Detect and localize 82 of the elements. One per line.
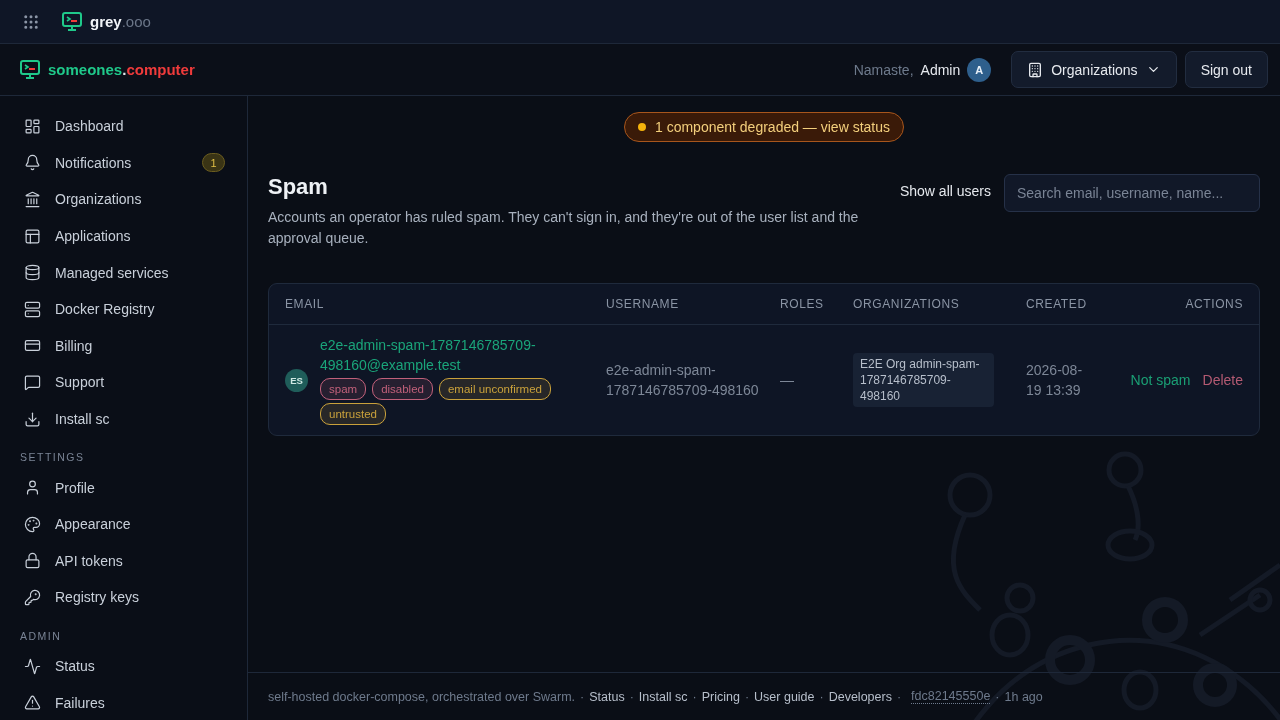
footer-link[interactable]: Pricing <box>701 689 740 704</box>
greeting: Namaste, <box>853 61 914 78</box>
user-avatar: ES <box>285 368 308 392</box>
footer-text: 1h ago <box>1004 689 1043 704</box>
page-title: Spam <box>268 174 329 200</box>
sidebar-item[interactable]: Applications <box>10 217 237 255</box>
sidebar-item[interactable]: Appearance <box>10 505 237 543</box>
pulse-icon <box>24 657 41 675</box>
building-icon <box>1027 61 1044 78</box>
sidebar-section-title: ADMIN <box>19 628 63 644</box>
sidebar-item[interactable]: Dashboard <box>10 108 237 145</box>
sidebar-item[interactable]: Status <box>10 647 237 685</box>
footer-link[interactable]: Developers <box>828 689 892 704</box>
search-field[interactable]: Search email, username, name... <box>1004 174 1260 212</box>
app-brand[interactable]: grey.ooo <box>90 13 151 30</box>
status-tag: spam <box>320 378 367 400</box>
warning-icon <box>24 694 41 712</box>
sidebar-item[interactable]: Support <box>10 364 237 401</box>
column-header: ACTIONS <box>1184 297 1243 311</box>
separator: · <box>692 689 697 704</box>
bell-icon <box>24 154 41 172</box>
download-icon <box>24 410 41 428</box>
status-tag: untrusted <box>320 403 386 425</box>
roles-cell-text: — <box>780 371 795 390</box>
status-tag: disabled <box>372 378 433 400</box>
sidebar-item[interactable]: Billing <box>10 327 237 365</box>
delete-link[interactable]: Delete <box>1202 372 1243 388</box>
status-tag: email unconfirmed <box>438 378 551 400</box>
site-brand[interactable]: someones.computer <box>48 61 195 78</box>
bank-icon <box>24 191 41 208</box>
organization-chip: E2E Org admin-spam-1787146785709-498160 <box>853 353 994 407</box>
server-icon <box>24 300 41 318</box>
terminal-logo-icon <box>62 12 82 31</box>
footer-text: self-hosted docker-compose, orchestrated over Swarm. <box>268 689 576 704</box>
footer-link[interactable]: Status <box>589 689 625 704</box>
separator: · <box>896 689 902 704</box>
status-banner[interactable]: 1 component degraded — view status <box>624 112 904 142</box>
commit-hash-link[interactable]: fdc82145550e <box>911 689 991 704</box>
user-avatar[interactable]: A <box>967 57 992 82</box>
database-icon <box>24 264 41 282</box>
key-icon <box>24 588 41 606</box>
separator: · <box>580 689 585 704</box>
footer-link[interactable]: User guide <box>754 689 815 704</box>
not-spam-link[interactable]: Not spam <box>1130 372 1191 388</box>
layout-icon <box>24 227 41 245</box>
sign-out-button[interactable]: Sign out <box>1184 51 1268 88</box>
sidebar-item[interactable]: Profile <box>10 469 237 506</box>
user-icon <box>24 479 41 497</box>
separator: · <box>995 689 1000 704</box>
sidebar-item[interactable]: Install sc <box>10 400 237 438</box>
terminal-logo-icon <box>20 60 40 79</box>
warning-dot-icon <box>638 123 646 131</box>
chat-icon <box>24 373 41 391</box>
sidebar-section-title: SETTINGS <box>19 450 86 466</box>
sidebar-item[interactable]: Docker Registry <box>10 290 237 328</box>
separator: · <box>744 689 750 704</box>
username-cell-text: e2e-admin-spam-1787146785709-498160 <box>606 361 760 400</box>
palette-icon <box>24 515 41 533</box>
separator: · <box>629 689 634 704</box>
column-header: USERNAME <box>606 297 680 311</box>
created-cell-text: 2026-08-19 13:39 <box>1026 361 1084 400</box>
column-header: ROLES <box>780 297 825 311</box>
sidebar-item[interactable]: Registry keys <box>10 579 237 616</box>
sidebar-item[interactable]: Notifications 1 <box>10 144 237 182</box>
show-all-users-link[interactable]: Show all users <box>899 183 991 199</box>
user-name: Admin <box>920 61 961 78</box>
column-header: CREATED <box>1026 297 1088 311</box>
footer-link[interactable]: Install sc <box>638 689 688 704</box>
count-badge: 1 <box>202 153 225 173</box>
column-header: ORGANIZATIONS <box>853 297 961 311</box>
organizations-button[interactable]: Organizations <box>1011 51 1177 88</box>
column-header: EMAIL <box>285 297 325 311</box>
email-link[interactable]: e2e-admin-spam-1787146785709-498160@example.test <box>320 335 578 375</box>
separator: · <box>819 689 824 704</box>
page-description: Accounts an operator has ruled spam. They can't sign in, and they're out of the user list and the approval queue. <box>268 208 860 248</box>
dashboard-icon <box>24 117 41 135</box>
lock-icon <box>24 552 41 570</box>
sidebar-item[interactable]: Organizations <box>10 181 237 218</box>
sidebar-item[interactable]: API tokens <box>10 542 237 580</box>
sidebar-item[interactable]: Failures <box>10 684 237 720</box>
apps-grid-icon[interactable] <box>22 12 40 31</box>
sidebar-item[interactable]: Managed services <box>10 254 237 291</box>
